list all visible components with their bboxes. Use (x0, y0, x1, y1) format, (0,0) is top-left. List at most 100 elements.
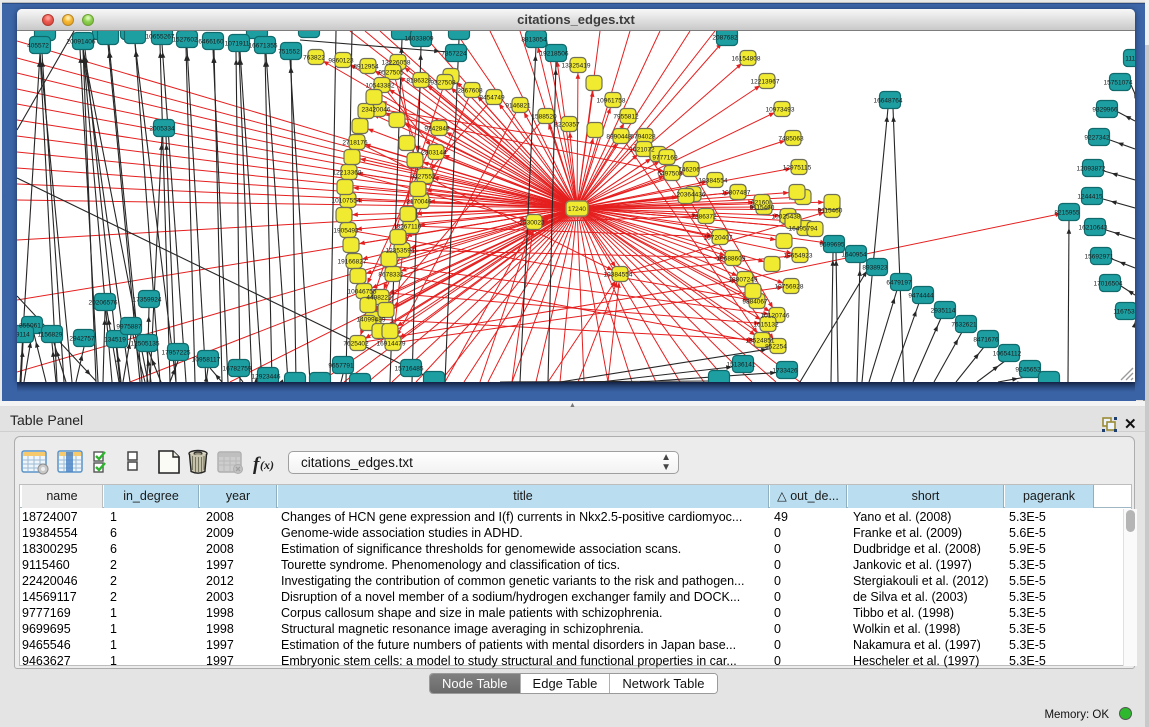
svg-text:15751074: 15751074 (1104, 80, 1133, 87)
svg-text:10973493: 10973493 (766, 107, 795, 114)
svg-text:8220357: 8220357 (554, 122, 580, 129)
svg-text:13325419: 13325419 (562, 63, 591, 70)
svg-text:17016504: 17016504 (1094, 281, 1123, 288)
svg-text:6794028: 6794028 (630, 134, 656, 141)
svg-text:9884067: 9884067 (742, 299, 768, 306)
svg-text:23420046: 23420046 (362, 107, 391, 114)
svg-text:16782759: 16782759 (223, 366, 252, 373)
svg-text:12353594: 12353594 (386, 248, 415, 255)
svg-text:9146821: 9146821 (505, 103, 531, 110)
svg-text:14099489: 14099489 (357, 317, 386, 324)
svg-text:2942757: 2942757 (69, 336, 95, 343)
svg-text:(x): (x) (260, 458, 274, 472)
svg-text:10543382: 10543382 (366, 83, 395, 90)
svg-text:10807487: 10807487 (722, 190, 751, 197)
svg-text:7357224: 7357224 (441, 51, 467, 58)
svg-text:17240: 17240 (568, 206, 586, 213)
svg-text:19756928: 19756928 (775, 284, 804, 291)
svg-text:9327508: 9327508 (430, 80, 456, 87)
svg-text:10958117: 10958117 (192, 357, 221, 364)
svg-text:1615132: 1615132 (753, 322, 779, 329)
svg-text:9329966: 9329966 (1092, 107, 1118, 114)
svg-text:9115460: 9115460 (750, 205, 775, 212)
svg-text:8267110: 8267110 (397, 224, 422, 231)
svg-text:10961758: 10961758 (597, 98, 626, 105)
svg-text:10688609: 10688609 (717, 256, 746, 263)
svg-text:6479197: 6479197 (886, 280, 912, 287)
svg-text:8471676: 8471676 (973, 337, 999, 344)
svg-text:2530023: 2530023 (519, 220, 545, 227)
svg-text:9975887: 9975887 (116, 324, 142, 331)
svg-text:1640954: 1640954 (841, 252, 867, 259)
svg-text:19384554: 19384554 (699, 178, 728, 185)
svg-text:2935114: 2935114 (931, 308, 956, 315)
svg-text:39114: 39114 (17, 332, 30, 339)
svg-text:9474444: 9474444 (908, 293, 934, 300)
svg-text:7955812: 7955812 (613, 114, 639, 121)
svg-text:1244415: 1244415 (1077, 194, 1103, 201)
svg-text:15136141: 15136141 (727, 362, 756, 369)
svg-text:2718176: 2718176 (342, 140, 368, 147)
svg-text:16648764: 16648764 (874, 98, 903, 105)
svg-text:1733426: 1733426 (772, 368, 798, 375)
svg-text:9227342: 9227342 (1084, 135, 1110, 142)
svg-text:2005334: 2005334 (149, 126, 175, 133)
svg-text:1156829: 1156829 (38, 332, 63, 339)
svg-text:746206: 746206 (678, 167, 700, 174)
svg-text:10120746: 10120746 (761, 313, 790, 320)
svg-text:7386372: 7386372 (691, 214, 717, 221)
svg-text:20091406: 20091406 (67, 39, 96, 46)
svg-text:1071911: 1071911 (225, 41, 250, 48)
svg-text:8912954: 8912954 (353, 64, 379, 71)
svg-text:8215955: 8215955 (1054, 210, 1080, 217)
svg-text:12975115: 12975115 (783, 165, 812, 172)
svg-text:10654112: 10654112 (993, 351, 1022, 358)
svg-text:1905493: 1905493 (333, 228, 359, 235)
svg-text:13226058: 13226058 (382, 60, 411, 67)
svg-text:19218506: 19218506 (540, 51, 569, 58)
svg-text:852254: 852254 (765, 344, 787, 351)
svg-text:16033809: 16033809 (405, 36, 434, 43)
svg-text:17359924: 17359924 (133, 297, 162, 304)
svg-text:7632621: 7632621 (951, 322, 977, 329)
svg-text:134519: 134519 (104, 337, 126, 344)
svg-text:9777169: 9777169 (652, 155, 678, 162)
svg-text:19166827: 19166827 (338, 259, 367, 266)
svg-text:12213369: 12213369 (333, 170, 362, 177)
svg-text:1621072: 1621072 (629, 147, 655, 154)
svg-text:19654923: 19654923 (784, 253, 813, 260)
svg-text:15692971: 15692971 (1085, 254, 1114, 261)
svg-text:9860123: 9860123 (328, 58, 354, 65)
svg-text:20364436: 20364436 (677, 192, 706, 199)
svg-text:9245652: 9245652 (1015, 367, 1041, 374)
svg-text:8454749: 8454749 (479, 95, 505, 102)
svg-text:20206576: 20206576 (89, 300, 118, 307)
svg-text:8678332: 8678332 (378, 272, 404, 279)
svg-text:10107554: 10107554 (332, 198, 361, 205)
svg-text:4498222: 4498222 (366, 295, 392, 302)
svg-text:9699695: 9699695 (819, 242, 845, 249)
svg-text:405572: 405572 (27, 43, 49, 50)
svg-text:9242848: 9242848 (424, 126, 450, 133)
svg-text:7485063: 7485063 (778, 136, 804, 143)
svg-text:6466160: 6466160 (198, 39, 224, 46)
svg-text:2170046: 2170046 (406, 199, 432, 206)
svg-text:1117: 1117 (1125, 56, 1135, 63)
svg-text:8938923: 8938923 (862, 265, 888, 272)
svg-text:116753: 116753 (1113, 309, 1135, 316)
svg-text:16914479: 16914479 (377, 341, 406, 348)
svg-text:16154808: 16154808 (732, 56, 761, 63)
svg-text:855061: 855061 (19, 323, 41, 330)
svg-text:1588520: 1588520 (531, 114, 557, 121)
svg-text:15716485: 15716485 (395, 366, 424, 373)
svg-text:763822: 763822 (303, 55, 325, 62)
svg-text:10025438: 10025438 (772, 214, 801, 221)
svg-text:16495794: 16495794 (789, 226, 818, 233)
svg-text:1527602: 1527602 (172, 37, 198, 44)
svg-text:10655267: 10655267 (146, 34, 175, 41)
svg-text:16671355: 16671355 (249, 43, 278, 50)
svg-text:9657791: 9657791 (328, 363, 354, 370)
svg-text:15720407: 15720407 (704, 235, 733, 242)
svg-text:8813054: 8813054 (521, 37, 547, 44)
svg-text:12213967: 12213967 (751, 79, 780, 86)
